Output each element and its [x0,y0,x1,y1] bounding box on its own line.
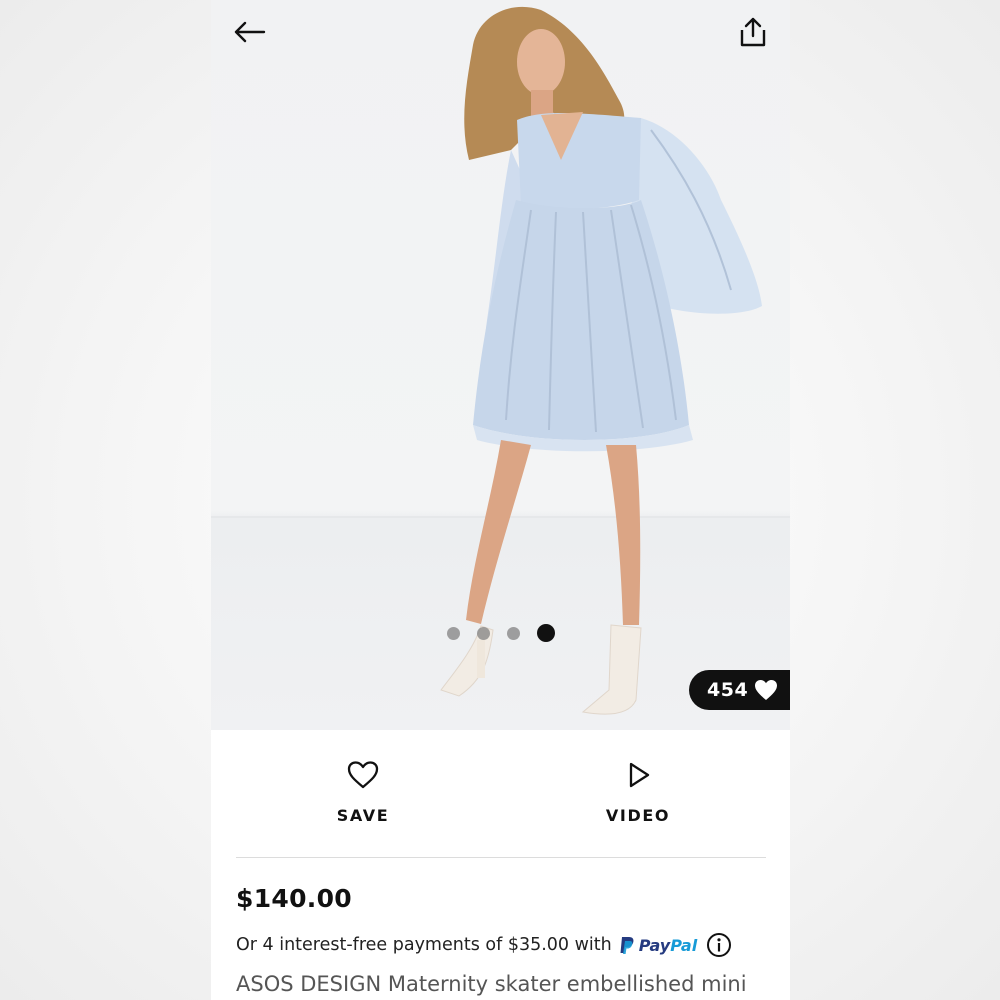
divider [236,857,766,858]
product-title: ASOS DESIGN Maternity skater embellished… [236,972,747,996]
product-actions: SAVE VIDEO [211,730,790,858]
gallery-dot[interactable] [507,626,520,640]
product-price: $140.00 [236,884,352,913]
product-page: 454 SAVE VIDEO $140.00 Or 4 interest-fre… [211,0,790,1000]
gallery-dot-active[interactable] [537,624,555,642]
share-button[interactable] [731,10,775,54]
save-button[interactable]: SAVE [303,760,423,825]
product-image-gallery[interactable]: 454 [211,0,790,730]
video-button[interactable]: VIDEO [578,760,698,825]
paypal-text-pal: Pal [670,935,698,955]
heart-outline-icon [347,761,379,789]
gallery-dot[interactable] [447,626,460,640]
video-label: VIDEO [605,806,671,825]
installments-row: Or 4 interest-free payments of $35.00 wi… [236,931,776,959]
back-button[interactable] [227,10,271,54]
paypal-text-pay: Pay [638,935,671,955]
info-button[interactable] [706,932,732,958]
paypal-logo: PayPal [619,936,697,955]
back-arrow-icon [234,21,266,43]
save-label: SAVE [336,806,390,825]
share-icon [740,17,766,47]
gallery-dot[interactable] [477,626,490,640]
heart-icon [755,680,778,700]
likes-count: 454 [707,679,749,701]
installments-text: Or 4 interest-free payments of $35.00 wi… [236,935,612,955]
paypal-logo-icon [620,936,634,954]
gallery-pagination [447,623,555,643]
play-icon [629,762,650,788]
product-photo [440,6,762,715]
info-icon [707,933,732,957]
likes-badge: 454 [689,670,790,710]
